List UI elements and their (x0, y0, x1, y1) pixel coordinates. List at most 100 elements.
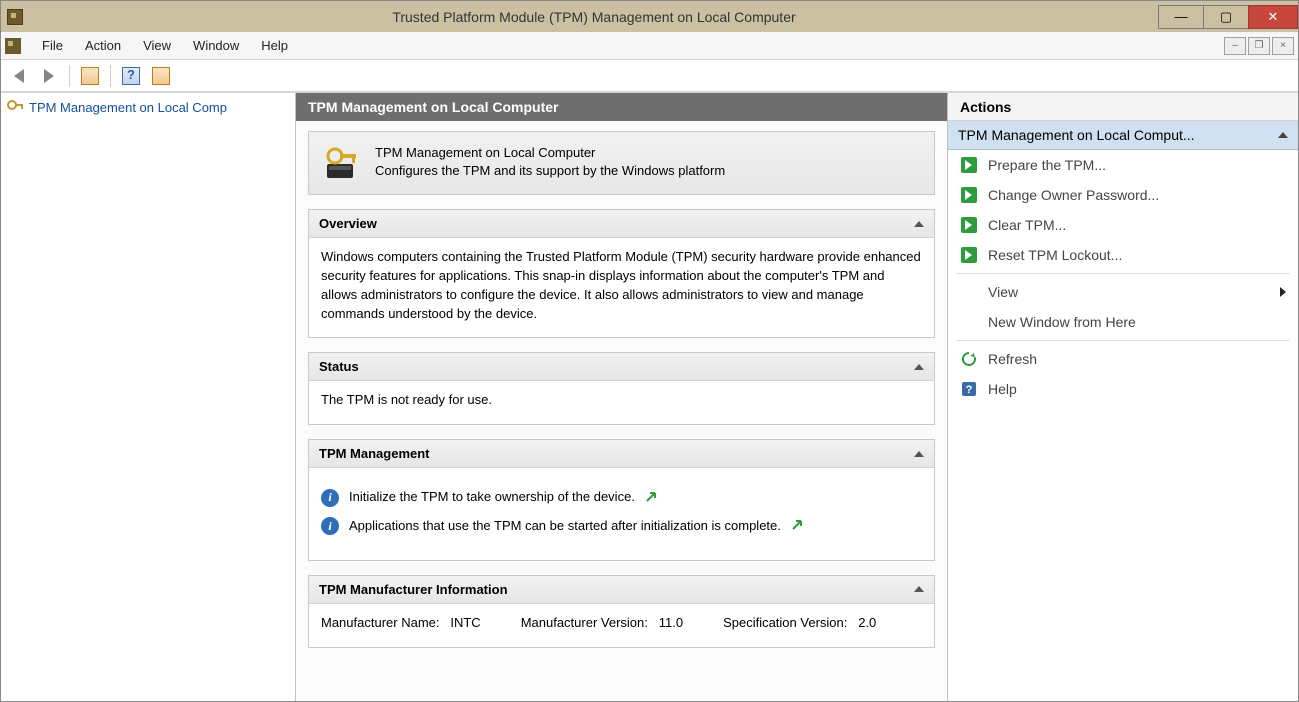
tpm-management-header[interactable]: TPM Management (309, 440, 934, 468)
action-new-window[interactable]: New Window from Here (948, 307, 1298, 337)
info-icon: i (321, 489, 339, 507)
nav-forward-button[interactable] (37, 64, 61, 88)
show-hide-tree-button[interactable] (78, 64, 102, 88)
mmc-window: Trusted Platform Module (TPM) Management… (0, 0, 1299, 702)
intro-text: TPM Management on Local Computer Configu… (375, 144, 725, 182)
tree-item-tpm-management[interactable]: TPM Management on Local Comp (3, 97, 293, 117)
mdi-minimize-button[interactable]: – (1224, 37, 1246, 55)
mgmt-initialize-text: Initialize the TPM to take ownership of … (349, 488, 635, 507)
action-link-icon[interactable] (791, 519, 805, 533)
mgmt-row-initialize: i Initialize the TPM to take ownership o… (321, 488, 922, 507)
manufacturer-row: Manufacturer Name: INTC Manufacturer Ver… (321, 614, 922, 633)
mfr-name-label: Manufacturer Name: (321, 615, 440, 630)
status-section: Status The TPM is not ready for use. (308, 352, 935, 425)
result-pane: TPM Management on Local Computer TPM (296, 93, 948, 701)
action-arrow-icon (961, 157, 977, 173)
action-arrow-icon (961, 217, 977, 233)
actions-separator (956, 340, 1290, 341)
intro-title: TPM Management on Local Computer (375, 144, 725, 162)
mdi-restore-button[interactable]: ❐ (1248, 37, 1270, 55)
action-refresh[interactable]: Refresh (948, 344, 1298, 374)
action-label: View (988, 284, 1018, 300)
status-title: Status (319, 359, 359, 374)
help-toolbar-button[interactable] (119, 64, 143, 88)
collapse-icon (914, 221, 924, 227)
help-icon: ? (960, 380, 978, 398)
overview-title: Overview (319, 216, 377, 231)
manufacturer-section: TPM Manufacturer Information Manufacture… (308, 575, 935, 648)
collapse-icon (914, 451, 924, 457)
action-label: Clear TPM... (988, 217, 1066, 233)
action-prepare-tpm[interactable]: Prepare the TPM... (948, 150, 1298, 180)
toolbar (1, 60, 1298, 92)
mgmt-apps-text: Applications that use the TPM can be sta… (349, 517, 781, 536)
submenu-arrow-icon (1280, 287, 1286, 297)
titlebar: Trusted Platform Module (TPM) Management… (1, 1, 1298, 32)
manufacturer-title: TPM Manufacturer Information (319, 582, 508, 597)
console-tree: TPM Management on Local Comp (1, 93, 296, 701)
toolbar-separator (110, 65, 111, 87)
manufacturer-header[interactable]: TPM Manufacturer Information (309, 576, 934, 604)
menu-help[interactable]: Help (250, 34, 299, 57)
menu-bar: File Action View Window Help – ❐ × (1, 32, 1298, 60)
actions-group-label: TPM Management on Local Comput... (958, 127, 1195, 143)
action-label: Change Owner Password... (988, 187, 1159, 203)
tpm-key-icon (7, 99, 25, 115)
actions-separator (956, 273, 1290, 274)
content-body: TPM Management on Local Comp TPM Managem… (1, 92, 1298, 701)
menu-window[interactable]: Window (182, 34, 250, 57)
overview-header[interactable]: Overview (309, 210, 934, 238)
maximize-button[interactable]: ▢ (1203, 5, 1249, 29)
app-icon-small (5, 38, 21, 54)
window-title: Trusted Platform Module (TPM) Management… (29, 9, 1159, 25)
actions-pane: Actions TPM Management on Local Comput..… (948, 93, 1298, 701)
action-reset-tpm-lockout[interactable]: Reset TPM Lockout... (948, 240, 1298, 270)
intro-banner: TPM Management on Local Computer Configu… (308, 131, 935, 195)
action-help[interactable]: ? Help (948, 374, 1298, 404)
refresh-icon (960, 350, 978, 368)
show-action-pane-button[interactable] (149, 64, 173, 88)
intro-subtitle: Configures the TPM and its support by th… (375, 162, 725, 180)
svg-text:?: ? (966, 384, 973, 396)
tree-item-label: TPM Management on Local Comp (29, 100, 227, 115)
close-button[interactable]: ✕ (1248, 5, 1298, 29)
collapse-icon (1278, 132, 1288, 138)
mfr-name-value: INTC (450, 615, 480, 630)
action-label: Help (988, 381, 1017, 397)
menu-view[interactable]: View (132, 34, 182, 57)
result-pane-header: TPM Management on Local Computer (296, 93, 947, 121)
tpm-key-chip-icon (323, 144, 361, 182)
arrow-right-icon (44, 69, 54, 83)
app-icon (7, 9, 23, 25)
action-label: Prepare the TPM... (988, 157, 1106, 173)
status-header[interactable]: Status (309, 353, 934, 381)
action-label: Reset TPM Lockout... (988, 247, 1122, 263)
actions-group-header[interactable]: TPM Management on Local Comput... (948, 121, 1298, 150)
spec-version-value: 2.0 (858, 615, 876, 630)
toolbar-separator (69, 65, 70, 87)
collapse-icon (914, 586, 924, 592)
action-arrow-icon (961, 187, 977, 203)
overview-section: Overview Windows computers containing th… (308, 209, 935, 338)
mdi-close-button[interactable]: × (1272, 37, 1294, 55)
minimize-button[interactable]: — (1158, 5, 1204, 29)
action-clear-tpm[interactable]: Clear TPM... (948, 210, 1298, 240)
action-link-icon[interactable] (645, 491, 659, 505)
help-icon (122, 67, 140, 85)
menu-action[interactable]: Action (74, 34, 132, 57)
mgmt-row-applications: i Applications that use the TPM can be s… (321, 517, 922, 536)
panel-icon (81, 67, 99, 85)
nav-back-button[interactable] (7, 64, 31, 88)
action-pane-icon (152, 67, 170, 85)
status-body: The TPM is not ready for use. (309, 381, 934, 424)
action-view[interactable]: View (948, 277, 1298, 307)
mfr-version-value: 11.0 (659, 615, 683, 630)
actions-pane-title: Actions (948, 93, 1298, 121)
arrow-left-icon (14, 69, 24, 83)
tpm-management-title: TPM Management (319, 446, 430, 461)
action-label: New Window from Here (988, 314, 1136, 330)
action-change-owner-password[interactable]: Change Owner Password... (948, 180, 1298, 210)
menu-file[interactable]: File (31, 34, 74, 57)
action-label: Refresh (988, 351, 1037, 367)
mfr-version-label: Manufacturer Version: (521, 615, 648, 630)
